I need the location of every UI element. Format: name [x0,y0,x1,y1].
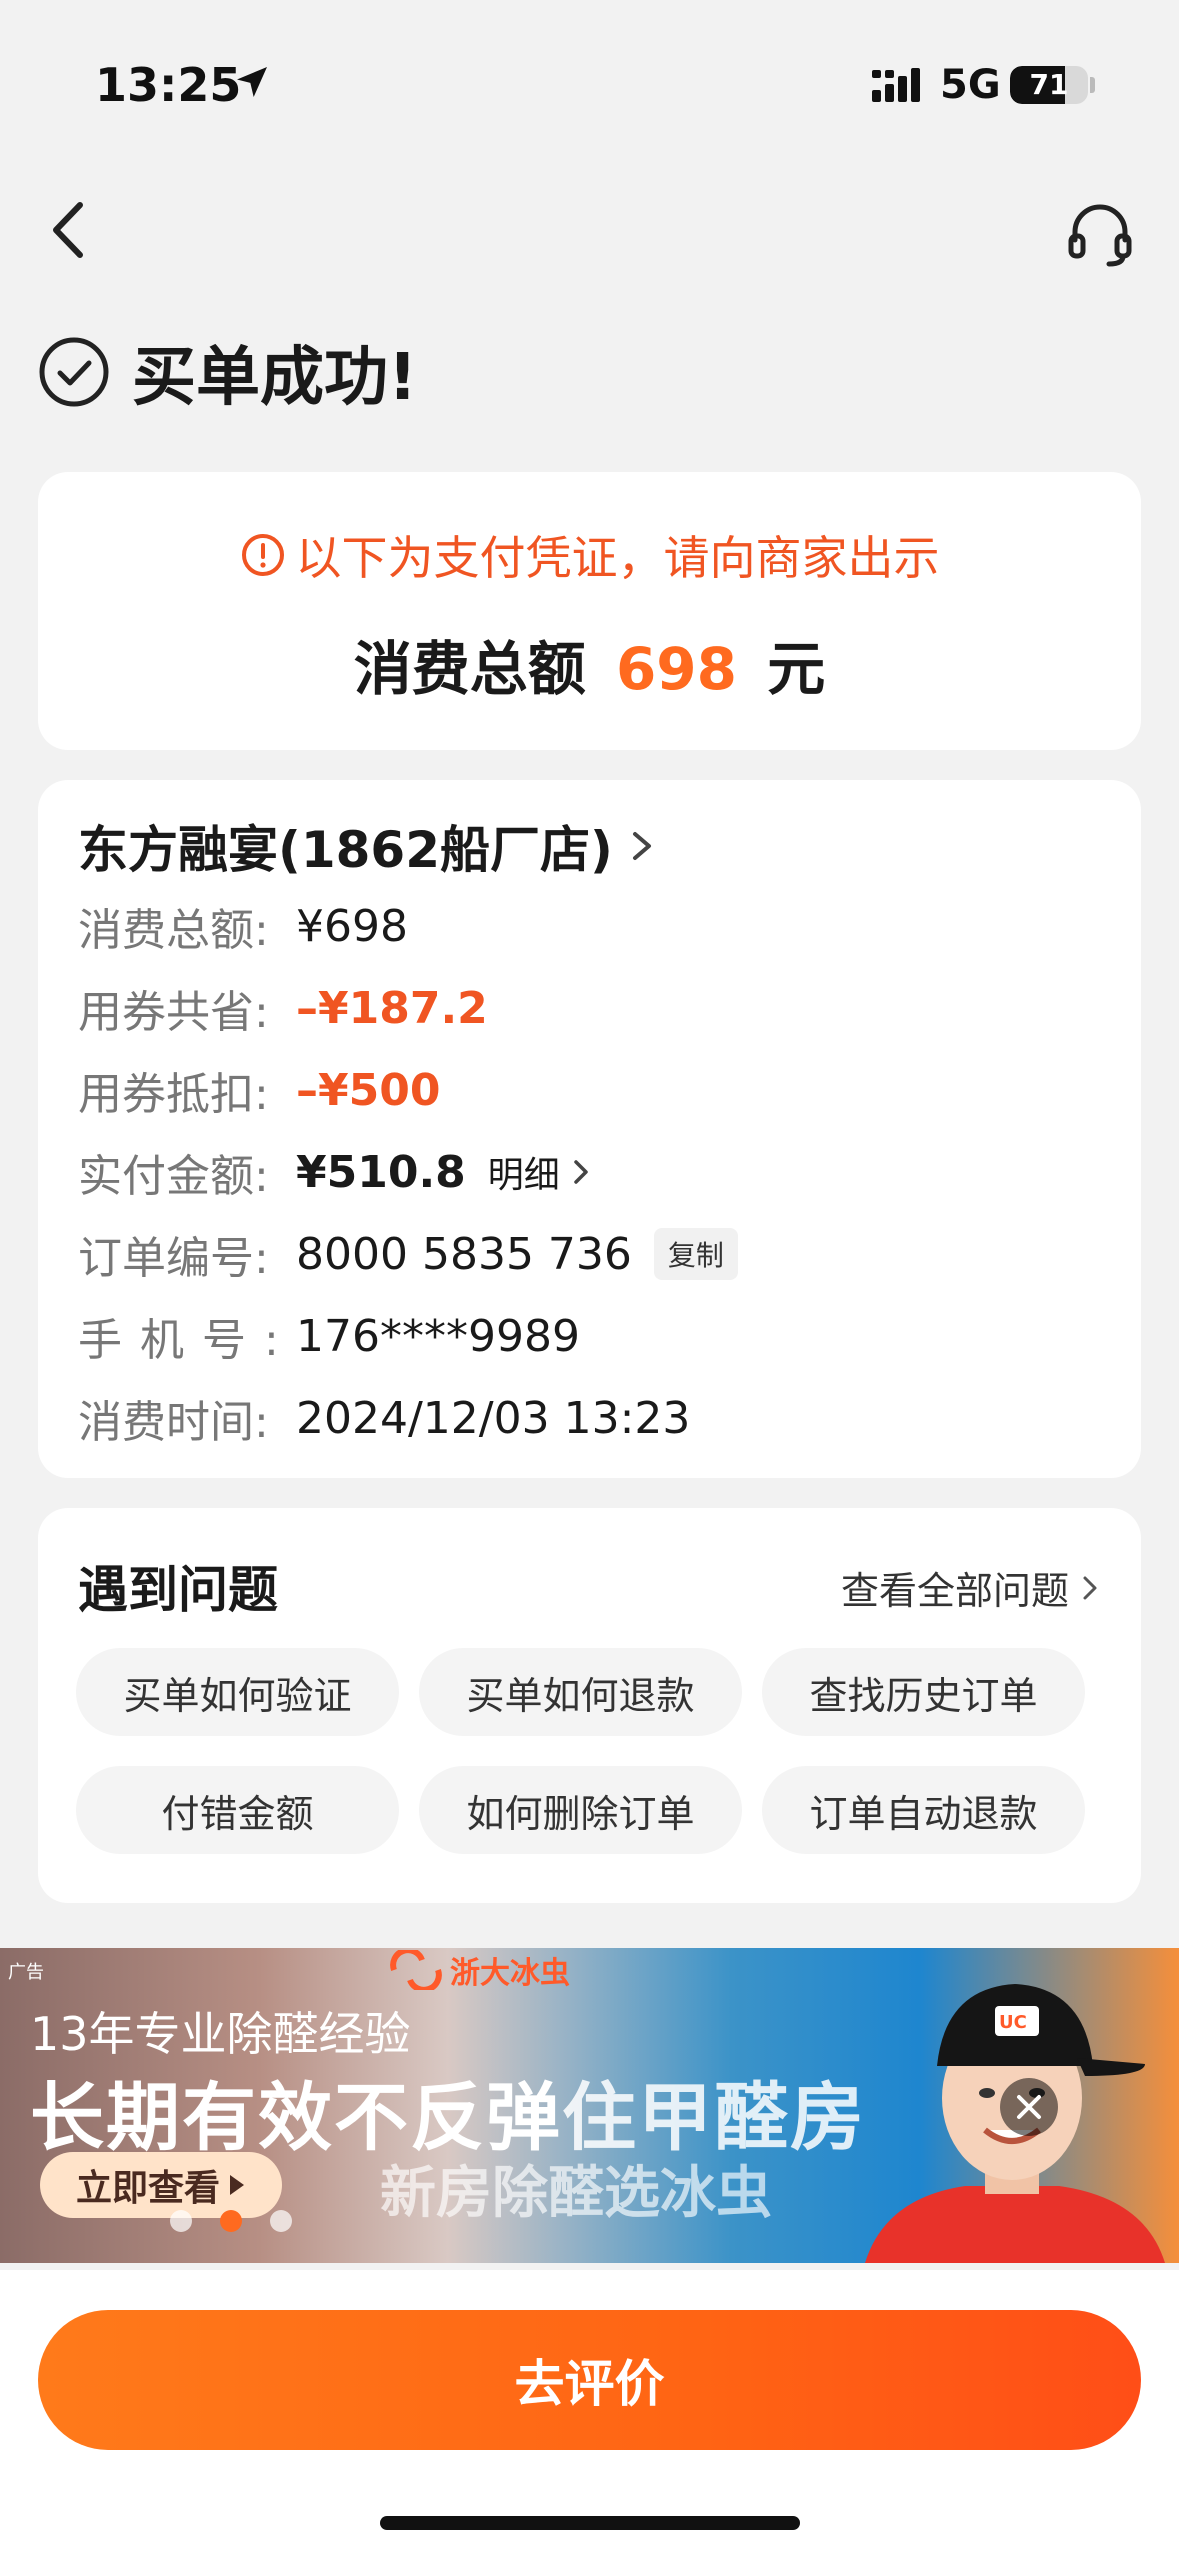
faq-chip[interactable]: 买单如何验证 [76,1648,399,1736]
view-all-questions-link[interactable]: 查看全部问题 [841,1560,1101,1615]
faq-title: 遇到问题 [78,1561,278,1619]
voucher-notice: 以下为支付凭证，请向商家出示 [38,522,1141,588]
order-row-value: –¥500 [296,1064,441,1116]
order-row-value: ¥698 [296,900,408,952]
location-arrow-icon [237,67,267,97]
detail-link-label: 明细 [487,1155,560,1196]
voucher-notice-text: 以下为支付凭证，请向商家出示 [295,531,940,585]
chevron-right-icon [632,832,651,860]
order-card: 东方融宴(1862船厂店) 消费总额: ¥698 用券共省: –¥187.2 用… [38,780,1141,1478]
faq-chip[interactable]: 付错金额 [76,1766,399,1854]
order-row-value: ¥510.8 [296,1146,466,1198]
voucher-total-unit: 元 [767,635,826,703]
copy-button[interactable]: 复制 [653,1228,738,1280]
order-row-total: 消费总额: ¥698 [78,896,408,957]
ad-headline-1: 13年专业除醛经验 [30,2007,411,2061]
battery-level: 71 [1029,68,1069,101]
check-circle-icon [39,337,109,407]
review-button[interactable]: 去评价 [38,2310,1141,2450]
faq-chip[interactable]: 买单如何退款 [419,1648,742,1736]
detail-link[interactable]: 明细 [488,1146,592,1198]
view-all-label: 查看全部问题 [840,1569,1069,1613]
order-row-label: 消费时间: [78,1397,269,1448]
ad-cta-button[interactable]: 立即查看 [40,2152,282,2218]
order-row-label: 实付金额: [78,1151,269,1202]
shop-link[interactable]: 东方融宴(1862船厂店) [78,810,657,882]
cap-logo: UC [999,2012,1027,2033]
back-chevron-icon[interactable] [40,195,100,265]
chevron-right-icon [1083,1576,1097,1599]
order-row-deduction: 用券抵扣: –¥500 [78,1060,441,1121]
order-row-label: 手机号: [78,1315,297,1366]
voucher-total-label: 消费总额 [353,635,586,703]
status-time: 13:25 [95,58,242,112]
carousel-dot-active [220,2210,242,2232]
voucher-total: 消费总额 698 元 [38,622,1141,706]
battery-tip [1090,77,1095,93]
order-row-label: 用券抵扣: [78,1069,269,1120]
ad-carousel-dots [170,2210,320,2232]
page-title: 买单成功! [132,341,418,415]
brand-logo-icon [390,1950,442,1990]
ad-close-icon[interactable] [1000,2078,1058,2136]
play-triangle-icon [230,2175,244,2195]
signal-icon [872,68,920,102]
order-row-label: 订单编号: [78,1233,269,1284]
order-row-value: 176****9989 [296,1310,580,1362]
order-row-value: –¥187.2 [296,982,488,1034]
order-row-phone: 手机号: 176****9989 [78,1306,580,1367]
faq-chip[interactable]: 订单自动退款 [762,1766,1085,1854]
order-row-label: 消费总额: [78,905,269,956]
order-row-label: 用券共省: [78,987,269,1038]
faq-card: 遇到问题 查看全部问题 买单如何验证 买单如何退款 查找历史订单 付错金额 如何… [38,1508,1141,1903]
battery-icon: 71 [1010,66,1088,104]
ad-cta-label: 立即查看 [75,2168,220,2209]
ad-tag: 广告 [8,1962,44,1983]
voucher-total-amount: 698 [615,635,738,703]
ad-headline-3: 新房除醛选冰虫 [380,2161,772,2226]
ad-brand-name: 浙大冰虫 [450,1956,570,1991]
order-row-time: 消费时间: 2024/12/03 13:23 [78,1388,691,1449]
ad-brand-logo: 浙大冰虫 [388,1948,570,1992]
order-row-value: 2024/12/03 13:23 [296,1392,691,1444]
order-row-value: 8000 5835 736 [296,1228,632,1280]
headset-icon[interactable] [1065,198,1135,268]
status-bar: 13:25 5G 71 [0,0,1179,150]
order-row-paid: 实付金额: ¥510.8 明细 [78,1142,592,1202]
order-row-saved: 用券共省: –¥187.2 [78,978,488,1039]
carousel-dot [170,2210,192,2232]
network-type: 5G [940,62,1001,108]
chevron-right-icon [574,1160,588,1184]
order-row-number: 订单编号: 8000 5835 736 复制 [78,1224,738,1284]
home-indicator [380,2516,800,2530]
shop-name: 东方融宴(1862船厂店) [78,821,613,879]
page-title-row: 买单成功! [38,330,417,415]
alert-circle-icon [241,534,284,576]
voucher-card: 以下为支付凭证，请向商家出示 消费总额 698 元 [38,472,1141,750]
faq-chip[interactable]: 如何删除订单 [419,1766,742,1854]
faq-chip[interactable]: 查找历史订单 [762,1648,1085,1736]
carousel-dot [270,2210,292,2232]
